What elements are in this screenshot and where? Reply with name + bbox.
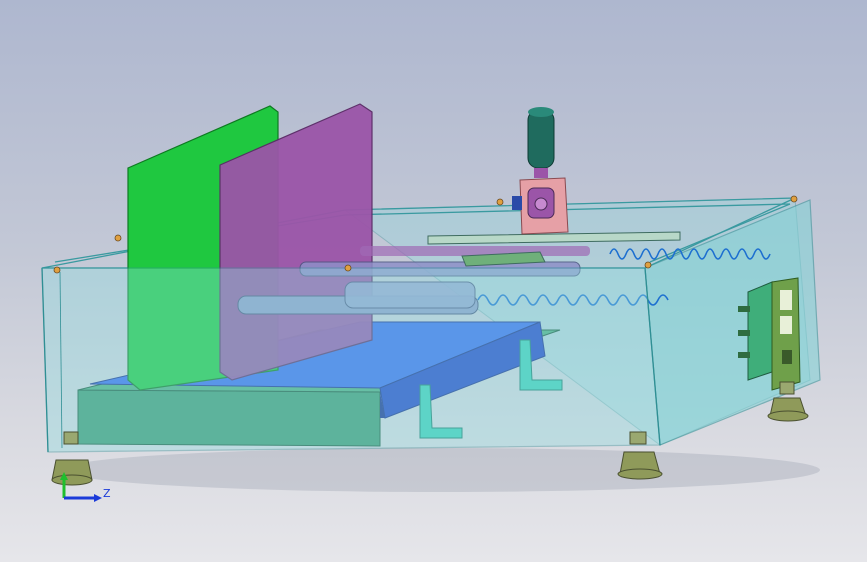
ground-shadow	[60, 448, 820, 492]
z-axis-label: Z	[103, 487, 111, 500]
assembly-model[interactable]: Z	[0, 0, 867, 562]
cad-viewport[interactable]: Z	[0, 0, 867, 562]
enclosure-front	[41, 267, 661, 453]
